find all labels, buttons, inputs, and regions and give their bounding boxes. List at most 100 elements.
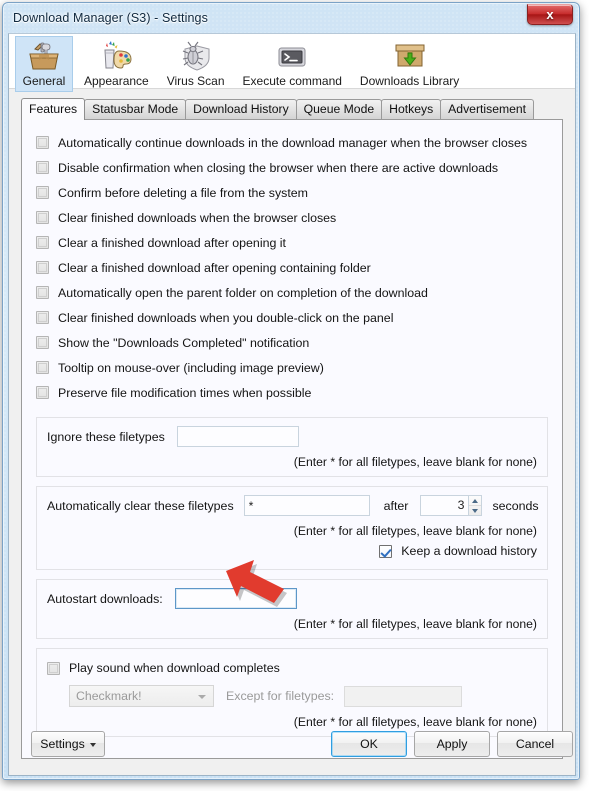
cancel-button-label: Cancel xyxy=(515,737,555,751)
checkbox-tooltip-on-mouse-over[interactable]: Tooltip on mouse-over (including image p… xyxy=(36,355,548,380)
checkbox-clear-after-opening-folder[interactable]: Clear a finished download after opening … xyxy=(36,255,548,280)
checkbox-label: Automatically open the parent folder on … xyxy=(58,285,428,300)
checkbox-box[interactable] xyxy=(36,186,49,199)
spinner-buttons[interactable] xyxy=(468,495,483,516)
auto-clear-hint: (Enter * for all filetypes, leave blank … xyxy=(293,524,537,538)
checkbox-preserve-modification-times[interactable]: Preserve file modification times when po… xyxy=(36,380,548,405)
sound-select[interactable]: Checkmark! xyxy=(69,685,214,707)
checkbox-box[interactable] xyxy=(47,661,60,675)
ok-button[interactable]: OK xyxy=(331,731,407,757)
toolbar-item-downloads-library[interactable]: Downloads Library xyxy=(353,36,466,92)
group-autostart-downloads: Autostart downloads: (Enter * for all fi… xyxy=(36,579,548,639)
autostart-hint: (Enter * for all filetypes, leave blank … xyxy=(293,617,537,631)
seconds-spinner[interactable]: 3 xyxy=(420,495,483,516)
chevron-down-icon xyxy=(472,508,479,513)
after-label: after xyxy=(383,498,409,513)
tab-label: Advertisement xyxy=(448,102,527,116)
except-filetypes-input[interactable] xyxy=(344,685,463,707)
autostart-downloads-input[interactable] xyxy=(174,588,297,609)
settings-button[interactable]: Settings xyxy=(31,731,105,757)
checkbox-label: Keep a download history xyxy=(401,544,537,558)
tab-download-history[interactable]: Download History xyxy=(185,99,297,119)
download-box-icon xyxy=(393,39,427,73)
toolbar-item-label: Downloads Library xyxy=(359,74,460,88)
checkbox-box[interactable] xyxy=(36,161,49,174)
client-area: General Appearance Virus Scan Execute co… xyxy=(8,33,576,776)
sound-options-row: Checkmark! Except for filetypes: xyxy=(69,685,537,707)
checkbox-clear-on-double-click[interactable]: Clear finished downloads when you double… xyxy=(36,305,548,330)
dialog-footer: Settings OK Apply Cancel xyxy=(9,713,575,775)
checkbox-label: Clear a finished download after opening … xyxy=(58,260,371,275)
checkbox-play-sound[interactable]: Play sound when download completes xyxy=(47,657,537,679)
settings-button-label: Settings xyxy=(40,737,85,751)
checkbox-auto-continue-downloads[interactable]: Automatically continue downloads in the … xyxy=(36,130,548,155)
checkbox-box[interactable] xyxy=(36,361,49,374)
checkbox-box[interactable] xyxy=(36,286,49,299)
checkbox-box[interactable] xyxy=(36,261,49,274)
checkbox-box[interactable] xyxy=(379,544,393,558)
apply-button[interactable]: Apply xyxy=(414,731,490,757)
apply-button-label: Apply xyxy=(436,737,468,751)
chevron-down-icon xyxy=(198,695,206,699)
tab-statusbar-mode[interactable]: Statusbar Mode xyxy=(84,99,187,119)
checkbox-keep-download-history[interactable]: Keep a download history xyxy=(47,540,537,562)
group-ignore-filetypes: Ignore these filetypes (Enter * for all … xyxy=(36,417,548,477)
toolbar-item-appearance[interactable]: Appearance xyxy=(77,36,156,92)
except-filetypes-label: Except for filetypes: xyxy=(226,689,335,703)
tab-hotkeys[interactable]: Hotkeys xyxy=(381,99,442,119)
window-title: Download Manager (S3) - Settings xyxy=(13,11,208,25)
checkbox-box[interactable] xyxy=(36,386,49,399)
checkbox-label: Clear finished downloads when the browse… xyxy=(58,210,337,225)
checkbox-box[interactable] xyxy=(36,136,49,149)
checkbox-label: Preserve file modification times when po… xyxy=(58,385,312,400)
checkbox-box[interactable] xyxy=(36,211,49,224)
checkbox-auto-open-parent-folder[interactable]: Automatically open the parent folder on … xyxy=(36,280,548,305)
tab-label: Download History xyxy=(193,102,289,116)
tab-label: Statusbar Mode xyxy=(92,102,179,116)
tab-label: Features xyxy=(29,102,78,116)
tab-features[interactable]: Features xyxy=(21,98,86,120)
cancel-button[interactable]: Cancel xyxy=(497,731,573,757)
checkbox-label: Clear finished downloads when you double… xyxy=(58,310,394,325)
checkbox-confirm-before-deleting[interactable]: Confirm before deleting a file from the … xyxy=(36,180,548,205)
chevron-down-icon xyxy=(89,742,96,747)
spinner-down-button[interactable] xyxy=(469,506,481,515)
tab-label: Hotkeys xyxy=(389,102,434,116)
checkbox-box[interactable] xyxy=(36,336,49,349)
toolbar-item-execute-command[interactable]: Execute command xyxy=(236,36,349,92)
tab-advertisement[interactable]: Advertisement xyxy=(440,99,535,119)
checkbox-disable-confirmation[interactable]: Disable confirmation when closing the br… xyxy=(36,155,548,180)
checkbox-label: Show the "Downloads Completed" notificat… xyxy=(58,335,310,350)
toolbar-item-label: Virus Scan xyxy=(166,74,225,88)
auto-clear-row: Automatically clear these filetypes afte… xyxy=(47,495,539,516)
title-bar: Download Manager (S3) - Settings x xyxy=(3,3,579,33)
seconds-value[interactable]: 3 xyxy=(420,495,469,516)
toolbar-item-general[interactable]: General xyxy=(15,36,73,92)
settings-window: Download Manager (S3) - Settings x Gener… xyxy=(2,2,580,780)
ignore-filetypes-label: Ignore these filetypes xyxy=(47,429,165,444)
toolbar-item-label: Execute command xyxy=(242,74,342,88)
toolbar-item-label: Appearance xyxy=(84,74,149,88)
bug-shield-icon xyxy=(179,39,213,73)
tab-queue-mode[interactable]: Queue Mode xyxy=(295,99,383,119)
checkbox-clear-after-opening[interactable]: Clear a finished download after opening … xyxy=(36,230,548,255)
checkbox-show-downloads-completed-notification[interactable]: Show the "Downloads Completed" notificat… xyxy=(36,330,548,355)
group-auto-clear-filetypes: Automatically clear these filetypes afte… xyxy=(36,486,548,570)
ok-button-label: OK xyxy=(360,737,378,751)
checkbox-box[interactable] xyxy=(36,236,49,249)
toolbar-item-virus-scan[interactable]: Virus Scan xyxy=(160,36,232,92)
ignore-filetypes-input[interactable] xyxy=(176,426,299,447)
terminal-icon xyxy=(275,39,309,73)
autostart-row: Autostart downloads: xyxy=(47,588,537,609)
checkbox-box[interactable] xyxy=(36,311,49,324)
close-button[interactable]: x xyxy=(527,4,573,25)
spinner-up-button[interactable] xyxy=(469,496,482,506)
features-tab-panel: Automatically continue downloads in the … xyxy=(21,119,563,759)
checkbox-label: Play sound when download completes xyxy=(69,661,280,675)
checkbox-label: Clear a finished download after opening … xyxy=(58,235,286,250)
auto-clear-filetypes-input[interactable] xyxy=(243,495,370,516)
close-icon: x xyxy=(546,7,554,22)
checkbox-clear-on-browser-close[interactable]: Clear finished downloads when the browse… xyxy=(36,205,548,230)
tab-strip: Features Statusbar Mode Download History… xyxy=(21,98,575,120)
sound-select-value: Checkmark! xyxy=(76,689,142,703)
